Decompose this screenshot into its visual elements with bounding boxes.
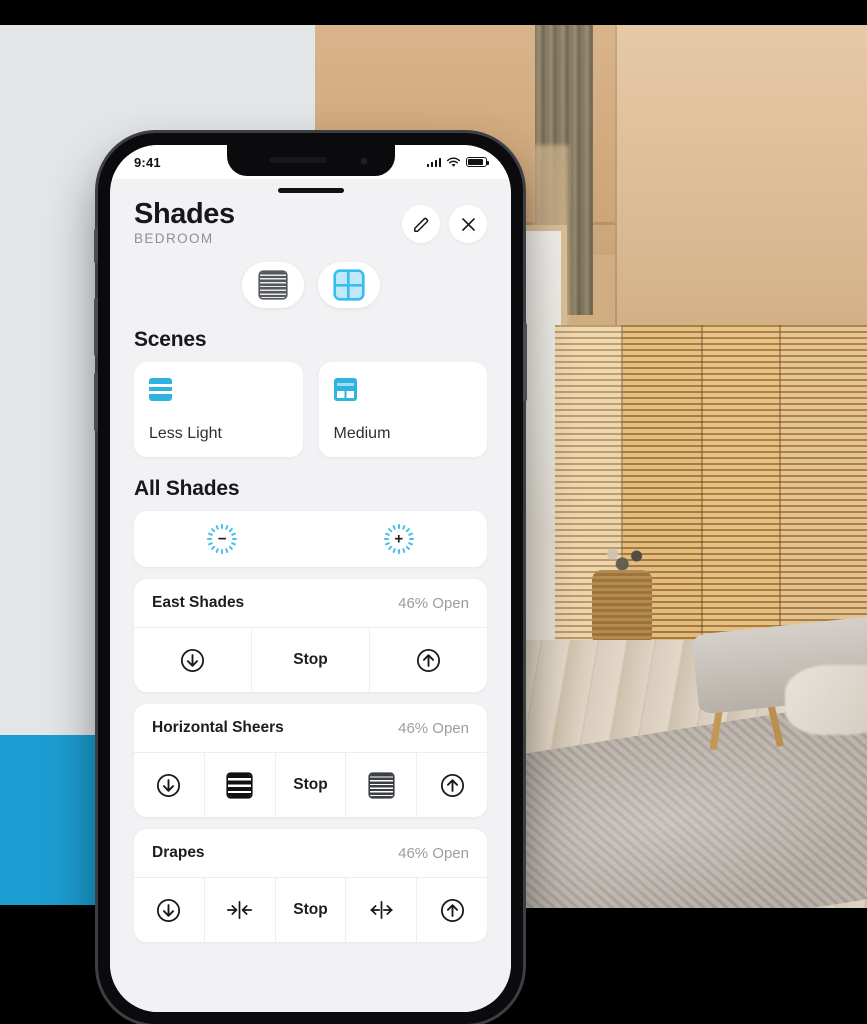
stop-button[interactable]: Stop — [276, 753, 347, 818]
device-state: 46% Open — [398, 594, 469, 612]
stop-button[interactable]: Stop — [276, 878, 347, 943]
phone-device: 9:41 Shades BEDROOM Scenes Less Light Me… — [94, 133, 527, 1024]
device-controls: Stop — [134, 628, 487, 693]
edit-button[interactable] — [402, 205, 440, 243]
device-header[interactable]: Horizontal Sheers 46% Open — [134, 704, 487, 754]
photo-throw-blanket — [785, 665, 867, 735]
control-label: Stop — [293, 776, 328, 794]
raise-button[interactable] — [370, 628, 487, 692]
lower-button[interactable] — [134, 878, 205, 943]
device-header[interactable]: East Shades 46% Open — [134, 579, 487, 629]
signal-bars-icon — [426, 157, 441, 167]
page-title: Shades — [134, 198, 235, 230]
panel-header: Shades BEDROOM — [110, 193, 511, 246]
all-shades-controls: − + — [134, 511, 487, 567]
vanes-closed-button[interactable] — [346, 753, 418, 818]
scene-card-medium[interactable]: Medium — [318, 362, 487, 458]
phone-screen: 9:41 Shades BEDROOM Scenes Less Light Me… — [110, 145, 511, 1012]
page-subtitle: BEDROOM — [134, 231, 214, 247]
arrow-up-circle-icon — [416, 648, 441, 672]
scene-card-less-light[interactable]: Less Light — [134, 362, 303, 458]
scenes-list: Less Light Medium — [110, 362, 511, 458]
photo-wall-corner — [615, 25, 617, 335]
raise-button[interactable] — [417, 878, 487, 942]
dim-down-sign: − — [217, 530, 227, 548]
narrow-stripes-icon — [369, 773, 393, 797]
device-state: 46% Open — [398, 844, 469, 862]
dim-down-button[interactable]: − — [205, 522, 239, 556]
volume-up-button[interactable] — [94, 298, 98, 356]
status-indicators — [426, 156, 490, 168]
device-name: Drapes — [152, 844, 205, 862]
earpiece-speaker — [268, 157, 327, 163]
arrow-down-circle-icon — [157, 773, 181, 797]
device-controls: Stop — [134, 753, 487, 818]
device-name: Horizontal Sheers — [152, 719, 284, 737]
header-titles: Shades BEDROOM — [134, 198, 235, 247]
stop-button[interactable]: Stop — [252, 628, 370, 693]
close-button[interactable] — [449, 205, 487, 243]
silent-switch[interactable] — [94, 229, 98, 263]
wifi-icon — [446, 157, 461, 167]
close-icon — [461, 217, 475, 231]
photo-wall-right — [615, 25, 867, 335]
all-shades-card: − + — [134, 511, 487, 568]
phone-notch — [226, 145, 395, 176]
lower-button[interactable] — [134, 753, 205, 818]
arrows-outward-icon — [370, 901, 393, 920]
device-list: East Shades 46% Open Stop Horizontal Sheers… — [110, 579, 511, 943]
arrow-up-circle-icon — [440, 898, 464, 922]
shade-lines-icon — [149, 378, 172, 402]
dim-up-sign: + — [394, 530, 404, 548]
vanes-open-button[interactable] — [205, 753, 276, 818]
horizontal-blinds-icon — [259, 272, 286, 299]
scene-label: Medium — [333, 425, 391, 443]
arrow-up-circle-icon — [440, 773, 464, 797]
status-time: 9:41 — [134, 154, 161, 170]
pencil-icon — [413, 217, 428, 232]
scene-label: Less Light — [149, 425, 222, 443]
arrow-down-circle-icon — [180, 648, 205, 672]
wide-stripes-icon — [228, 773, 252, 797]
all-shades-heading: All Shades — [134, 477, 240, 501]
device-card: Drapes 46% Open Stop — [134, 829, 487, 943]
view-toggle-grid[interactable] — [317, 262, 380, 309]
close-drapes-button[interactable] — [205, 878, 276, 943]
header-actions — [402, 199, 487, 243]
dim-up-button[interactable]: + — [382, 522, 416, 556]
device-header[interactable]: Drapes 46% Open — [134, 829, 487, 879]
open-drapes-button[interactable] — [346, 878, 418, 943]
control-label: Stop — [293, 651, 328, 669]
scenes-heading: Scenes — [134, 328, 207, 352]
arrow-down-circle-icon — [157, 898, 181, 922]
raise-button[interactable] — [417, 753, 487, 817]
power-button[interactable] — [523, 323, 527, 401]
device-card: Horizontal Sheers 46% Open Stop — [134, 704, 487, 818]
arrows-inward-icon — [227, 901, 253, 920]
device-state: 46% Open — [398, 719, 469, 737]
lower-button[interactable] — [134, 628, 252, 693]
view-toggle-group — [110, 262, 511, 309]
front-camera — [358, 156, 369, 166]
device-controls: Stop — [134, 878, 487, 943]
device-card: East Shades 46% Open Stop — [134, 579, 487, 693]
shades-panel: Shades BEDROOM Scenes Less Light Medium … — [110, 179, 511, 1012]
view-toggle-list[interactable] — [241, 262, 304, 309]
battery-icon — [466, 156, 490, 168]
control-label: Stop — [293, 901, 328, 919]
window-half-shade-icon — [333, 378, 357, 402]
device-name: East Shades — [152, 594, 245, 612]
volume-down-button[interactable] — [94, 373, 98, 431]
screenshot-stage: 9:41 Shades BEDROOM Scenes Less Light Me… — [0, 0, 867, 1024]
window-grid-icon — [335, 272, 362, 299]
